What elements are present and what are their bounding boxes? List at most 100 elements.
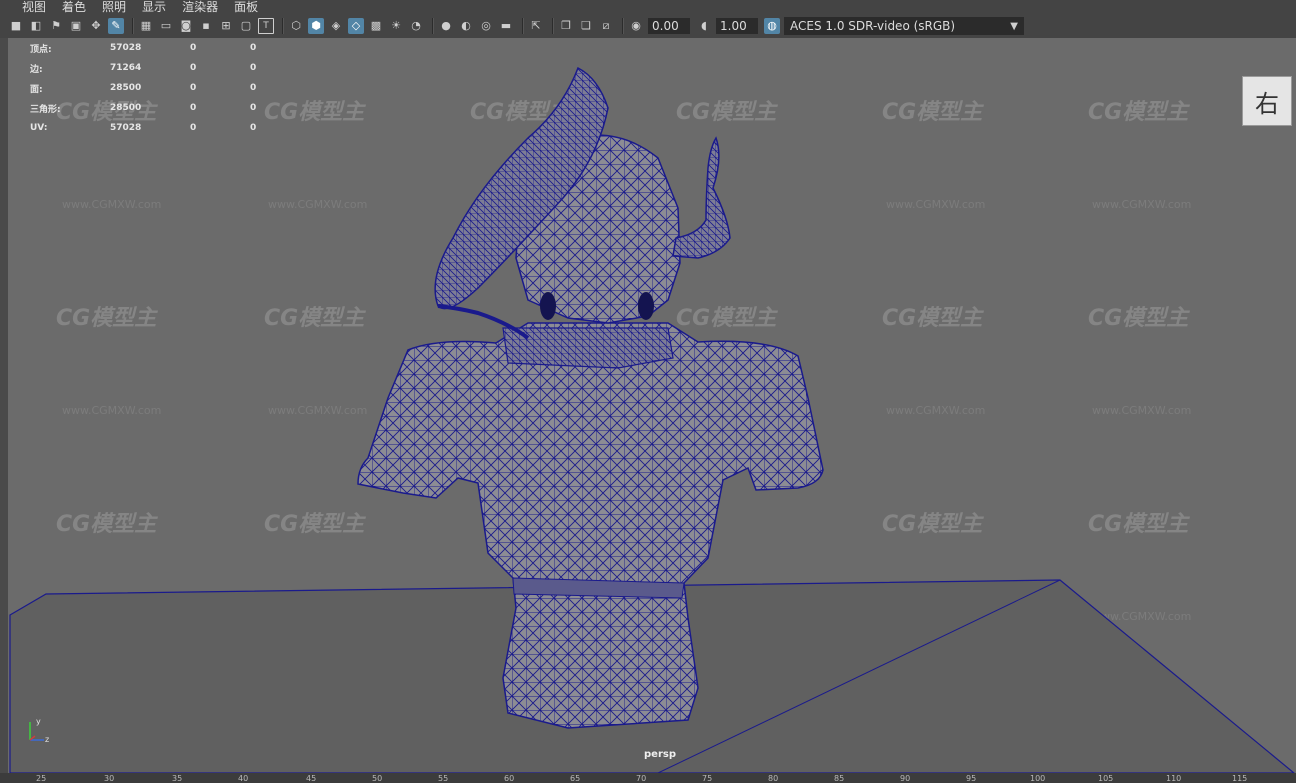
ruler-tick: 60 (504, 774, 515, 783)
menu-lighting[interactable]: 照明 (94, 0, 134, 14)
isolate-select-icon[interactable]: ⇱ (528, 18, 544, 34)
camera-attributes-icon[interactable]: ◧ (28, 18, 44, 34)
hud-value: 71264 (110, 63, 142, 73)
viewport-toolbar: ■ ◧ ⚑ ▣ ✥ ✎ ▦ ▭ ◙ ▪ ⊞ ▢ T ⬡ ⬢ ◈ ◇ ▩ ☀ ◔ … (0, 14, 1296, 38)
default-material-icon[interactable]: ◈ (328, 18, 344, 34)
motion-blur-icon[interactable]: ◐ (458, 18, 474, 34)
poly-count-hud: 顶点: 57028 0 0 边: 71264 0 0 面: 28500 0 0 … (30, 38, 290, 138)
shadows-icon[interactable]: ◔ (408, 18, 424, 34)
hud-value: 57028 (110, 123, 142, 133)
ruler-tick: 35 (172, 774, 183, 783)
resolution-gate-icon[interactable]: ◙ (178, 18, 194, 34)
time-ruler[interactable]: 25 30 35 40 45 50 55 60 65 70 75 80 85 9… (0, 773, 1296, 783)
wireframe-icon[interactable]: ⬡ (288, 18, 304, 34)
ruler-tick: 40 (238, 774, 249, 783)
grease-pencil-icon[interactable]: ✎ (108, 18, 124, 34)
ruler-tick: 45 (306, 774, 317, 783)
hud-value: 0 (250, 123, 257, 133)
axis-y-label: y (36, 717, 41, 726)
anti-aliasing-icon[interactable]: ◎ (478, 18, 494, 34)
hud-label: 边: (30, 64, 43, 75)
ruler-tick: 30 (104, 774, 115, 783)
hud-value: 0 (190, 43, 197, 53)
camera-name-label: persp (644, 749, 676, 760)
bookmark-icon[interactable]: ⚑ (48, 18, 64, 34)
hud-row: 顶点: 57028 0 0 (30, 38, 290, 58)
visor-eye (540, 292, 556, 320)
lighting-icon[interactable]: ☀ (388, 18, 404, 34)
menu-shading[interactable]: 着色 (54, 0, 94, 14)
chevron-down-icon: ▼ (1010, 20, 1018, 32)
ruler-tick: 110 (1166, 774, 1182, 783)
hud-value: 0 (190, 83, 197, 93)
image-plane-icon[interactable]: ▣ (68, 18, 84, 34)
hud-value: 28500 (110, 103, 142, 113)
toolbar-divider (552, 18, 554, 34)
viewcube[interactable]: 右 (1242, 76, 1292, 126)
toolbar-divider (282, 18, 284, 34)
ruler-tick: 80 (768, 774, 779, 783)
2d-pan-zoom-icon[interactable]: ✥ (88, 18, 104, 34)
ruler-tick: 95 (966, 774, 977, 783)
ruler-tick: 100 (1030, 774, 1046, 783)
ruler-tick: 55 (438, 774, 449, 783)
persp-viewport[interactable]: CG模型主 CG模型主 CG模型主 CG模型主 CG模型主 CG模型主 www.… (0, 38, 1296, 773)
toolbar-divider (132, 18, 134, 34)
xray-active-components-icon[interactable]: ❏ (578, 18, 594, 34)
axis-z-label: z (45, 735, 49, 744)
textured-icon[interactable]: ▩ (368, 18, 384, 34)
toolbar-divider (622, 18, 624, 34)
xray-joints-icon[interactable]: ⧄ (598, 18, 614, 34)
ruler-tick: 85 (834, 774, 845, 783)
menu-renderer[interactable]: 渲染器 (174, 0, 226, 14)
color-management-icon[interactable]: ◍ (764, 18, 780, 34)
screen-space-ao-icon[interactable]: ● (438, 18, 454, 34)
hud-label: UV: (30, 123, 48, 133)
horn-mesh (672, 136, 731, 259)
hud-row: 边: 71264 0 0 (30, 58, 290, 78)
grid-icon[interactable]: ▦ (138, 18, 154, 34)
smooth-shade-icon[interactable]: ⬢ (308, 18, 324, 34)
hud-value: 0 (190, 63, 197, 73)
hud-value: 0 (190, 103, 197, 113)
hud-value: 0 (250, 43, 257, 53)
ruler-tick: 50 (372, 774, 383, 783)
hud-label: 顶点: (30, 44, 52, 55)
wireframe-on-shaded-icon[interactable]: ◇ (348, 18, 364, 34)
hud-value: 0 (250, 83, 257, 93)
gate-mask-icon[interactable]: ▪ (198, 18, 214, 34)
color-space-dropdown[interactable]: ACES 1.0 SDR-video (sRGB) ▼ (784, 17, 1024, 35)
menu-show[interactable]: 显示 (134, 0, 174, 14)
menu-view[interactable]: 视图 (14, 0, 54, 14)
color-space-value: ACES 1.0 SDR-video (sRGB) (790, 19, 956, 33)
menu-panels[interactable]: 面板 (226, 0, 266, 14)
field-chart-icon[interactable]: ⊞ (218, 18, 234, 34)
exposure-field[interactable]: 0.00 (648, 18, 690, 34)
hud-label: 三角形: (30, 104, 61, 115)
hud-value: 0 (190, 123, 197, 133)
ruler-tick: 75 (702, 774, 713, 783)
ruler-tick: 105 (1098, 774, 1114, 783)
scene-canvas (9, 66, 1295, 773)
film-gate-icon[interactable]: ▭ (158, 18, 174, 34)
toolbar-divider (522, 18, 524, 34)
exposure-icon[interactable]: ◉ (628, 18, 644, 34)
ruler-tick: 65 (570, 774, 581, 783)
ruler-tick: 70 (636, 774, 647, 783)
xray-icon[interactable]: ❐ (558, 18, 574, 34)
hud-row: 三角形: 28500 0 0 (30, 98, 290, 118)
depth-of-field-icon[interactable]: ▬ (498, 18, 514, 34)
toolbar-divider (432, 18, 434, 34)
hud-value: 57028 (110, 43, 142, 53)
safe-title-icon[interactable]: T (258, 18, 274, 34)
hud-row: 面: 28500 0 0 (30, 78, 290, 98)
axis-gizmo: y z (29, 717, 49, 744)
collar-mesh (502, 327, 674, 369)
safe-action-icon[interactable]: ▢ (238, 18, 254, 34)
select-camera-icon[interactable]: ■ (8, 18, 24, 34)
ruler-tick: 25 (36, 774, 47, 783)
ruler-tick: 90 (900, 774, 911, 783)
gamma-field[interactable]: 1.00 (716, 18, 758, 34)
hud-value: 28500 (110, 83, 142, 93)
gamma-icon[interactable]: ◖ (696, 18, 712, 34)
